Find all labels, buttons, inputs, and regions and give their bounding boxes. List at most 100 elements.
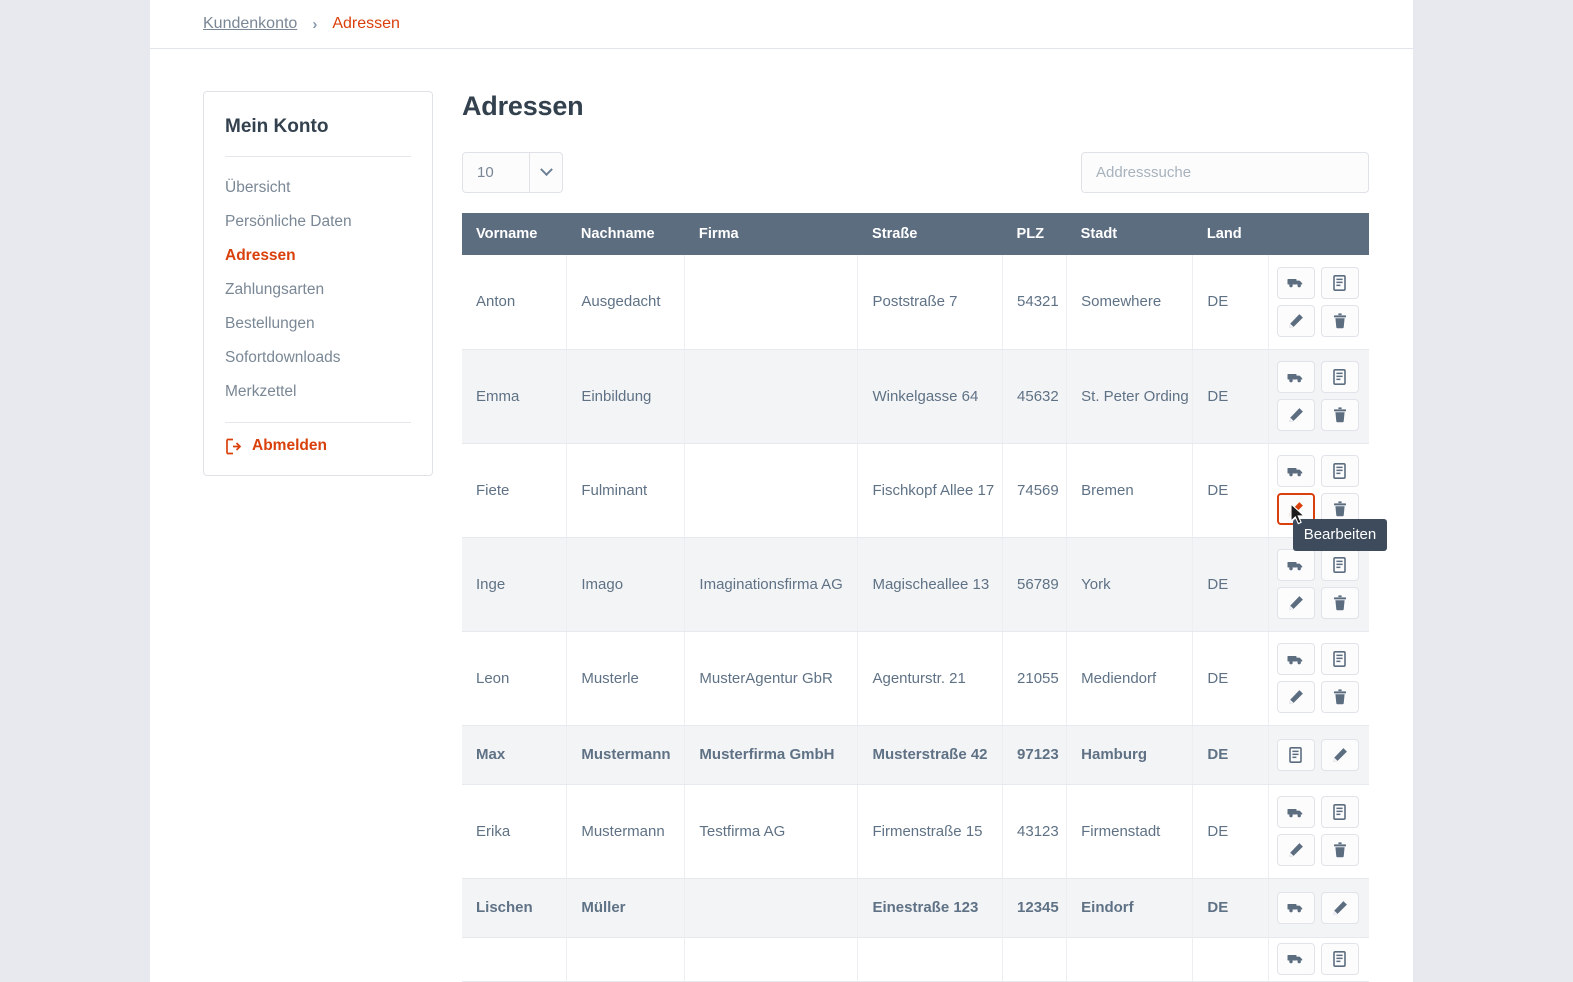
cell-plz	[1002, 936, 1068, 982]
edit-button[interactable]	[1320, 891, 1359, 924]
cell-firma: Musterfirma GmbH	[684, 725, 859, 785]
table-row[interactable]: Inge Imago Imaginationsfirma AG Magischeall…	[462, 537, 1369, 632]
trash-icon	[1333, 313, 1346, 329]
cell-nachname: Müller	[566, 878, 686, 938]
edit-button[interactable]	[1276, 834, 1315, 866]
cell-strasse: Agenturstr. 21	[857, 631, 1004, 726]
cell-land: DE	[1192, 784, 1269, 879]
truck-icon	[1287, 955, 1303, 964]
document-icon	[1333, 369, 1346, 385]
shipping-address-button[interactable]	[1276, 643, 1315, 675]
cell-stadt	[1066, 936, 1194, 982]
table-row[interactable]: Fiete Fulminant Fischkopf Allee 17 74569 Bre…	[462, 443, 1369, 538]
shipping-address-button[interactable]	[1276, 891, 1315, 924]
delete-button[interactable]	[1320, 304, 1359, 337]
billing-address-button[interactable]	[1320, 796, 1359, 828]
cell-nachname: Mustermann	[566, 784, 686, 879]
edit-button[interactable]	[1320, 738, 1359, 771]
cell-actions	[1268, 349, 1369, 444]
shipping-address-button[interactable]	[1276, 455, 1315, 487]
shipping-address-button[interactable]	[1276, 361, 1315, 393]
pencil-icon	[1332, 900, 1347, 915]
cell-nachname: Imago	[566, 537, 686, 632]
column-header-stadt[interactable]: Stadt	[1066, 213, 1193, 255]
cell-stadt: St. Peter Ording	[1066, 349, 1194, 444]
document-icon	[1333, 557, 1346, 573]
sidebar-title: Mein Konto	[225, 116, 329, 137]
chevron-down-icon[interactable]	[529, 153, 562, 192]
delete-button[interactable]	[1320, 399, 1359, 431]
column-header-firma[interactable]: Firma	[684, 213, 858, 255]
logout-button[interactable]: Abmelden	[225, 433, 411, 457]
shipping-address-button[interactable]	[1276, 266, 1315, 299]
cell-nachname: Musterle	[566, 631, 686, 726]
pencil-icon	[1288, 408, 1303, 423]
column-header-strasse[interactable]: Straße	[857, 213, 1003, 255]
delete-button[interactable]	[1320, 834, 1359, 866]
table-row[interactable]: Emma Einbildung Winkelgasse 64 45632 St. Pet…	[462, 349, 1369, 444]
sidebar-item-sofortdownloads[interactable]: Sofortdownloads	[225, 341, 411, 375]
shipping-address-button[interactable]	[1276, 549, 1315, 581]
search-input[interactable]	[1081, 152, 1369, 193]
billing-address-button[interactable]	[1320, 942, 1359, 975]
cell-vorname: Fiete	[462, 443, 568, 538]
billing-address-button[interactable]	[1320, 266, 1359, 299]
edit-button[interactable]	[1276, 587, 1315, 619]
document-icon	[1333, 651, 1346, 667]
truck-icon	[1287, 655, 1303, 664]
delete-button[interactable]	[1320, 587, 1359, 619]
billing-address-button[interactable]	[1276, 738, 1315, 771]
cell-firma: MusterAgentur GbR	[684, 631, 859, 726]
table-row[interactable]: Anton Ausgedacht Poststraße 7 54321 Somewher…	[462, 255, 1369, 350]
table-row[interactable]: Lischen Müller Einestraße 123 12345 Eindorf D…	[462, 878, 1369, 938]
billing-address-button[interactable]	[1320, 455, 1359, 487]
sidebar-item-adressen[interactable]: Adressen	[225, 239, 411, 273]
breadcrumb-separator-icon: ›	[312, 15, 318, 33]
column-header-plz[interactable]: PLZ	[1002, 213, 1067, 255]
page-title: Adressen	[462, 91, 584, 121]
delete-button[interactable]	[1320, 681, 1359, 713]
cell-actions	[1268, 878, 1369, 938]
billing-address-button[interactable]	[1320, 361, 1359, 393]
pencil-icon	[1332, 747, 1347, 762]
document-icon	[1333, 274, 1346, 291]
sidebar-item-bestellungen[interactable]: Bestellungen	[225, 307, 411, 341]
cell-vorname: Emma	[462, 349, 568, 444]
column-header-land[interactable]: Land	[1192, 213, 1269, 255]
table-row[interactable]: Erika Mustermann Testfirma AG Firmenstraße …	[462, 784, 1369, 879]
table-row[interactable]: Max Mustermann Musterfirma GmbH Musterstraß…	[462, 725, 1369, 785]
pencil-icon	[1288, 502, 1303, 517]
billing-address-button[interactable]	[1320, 643, 1359, 675]
trash-icon	[1333, 689, 1346, 705]
cell-strasse: Einestraße 123	[857, 878, 1004, 938]
billing-address-button[interactable]	[1320, 549, 1359, 581]
sidebar-item-uebersicht[interactable]: Übersicht	[225, 171, 411, 205]
table-header: Vorname Nachname Firma Straße PLZ Stadt …	[462, 213, 1369, 255]
cell-land: DE	[1192, 255, 1269, 350]
cell-vorname: Erika	[462, 784, 568, 879]
table-body-partial	[462, 936, 1369, 982]
cell-firma: Imaginationsfirma AG	[684, 537, 859, 632]
cell-land: DE	[1192, 878, 1269, 938]
truck-icon	[1287, 373, 1303, 382]
breadcrumb-link-kundenkonto[interactable]: Kundenkonto	[203, 15, 297, 33]
edit-button[interactable]	[1276, 399, 1315, 431]
edit-button[interactable]	[1276, 304, 1315, 337]
sidebar-item-persoenliche-daten[interactable]: Persönliche Daten	[225, 205, 411, 239]
pencil-icon	[1288, 690, 1303, 705]
cell-firma	[684, 349, 859, 444]
table-row[interactable]	[462, 936, 1369, 982]
breadcrumb-current-adressen: Adressen	[332, 15, 400, 32]
sidebar-item-zahlungsarten[interactable]: Zahlungsarten	[225, 273, 411, 307]
per-page-select[interactable]: 10	[462, 152, 563, 193]
cell-land: DE	[1192, 725, 1269, 785]
column-header-nachname[interactable]: Nachname	[566, 213, 685, 255]
column-header-vorname[interactable]: Vorname	[462, 213, 567, 255]
shipping-address-button[interactable]	[1276, 942, 1315, 975]
table-row[interactable]: Leon Musterle MusterAgentur GbR Agenturstr.…	[462, 631, 1369, 726]
edit-button[interactable]	[1276, 681, 1315, 713]
per-page-value: 10	[477, 164, 494, 181]
sidebar-item-merkzettel[interactable]: Merkzettel	[225, 375, 411, 409]
shipping-address-button[interactable]	[1276, 796, 1315, 828]
logout-icon	[225, 438, 242, 455]
